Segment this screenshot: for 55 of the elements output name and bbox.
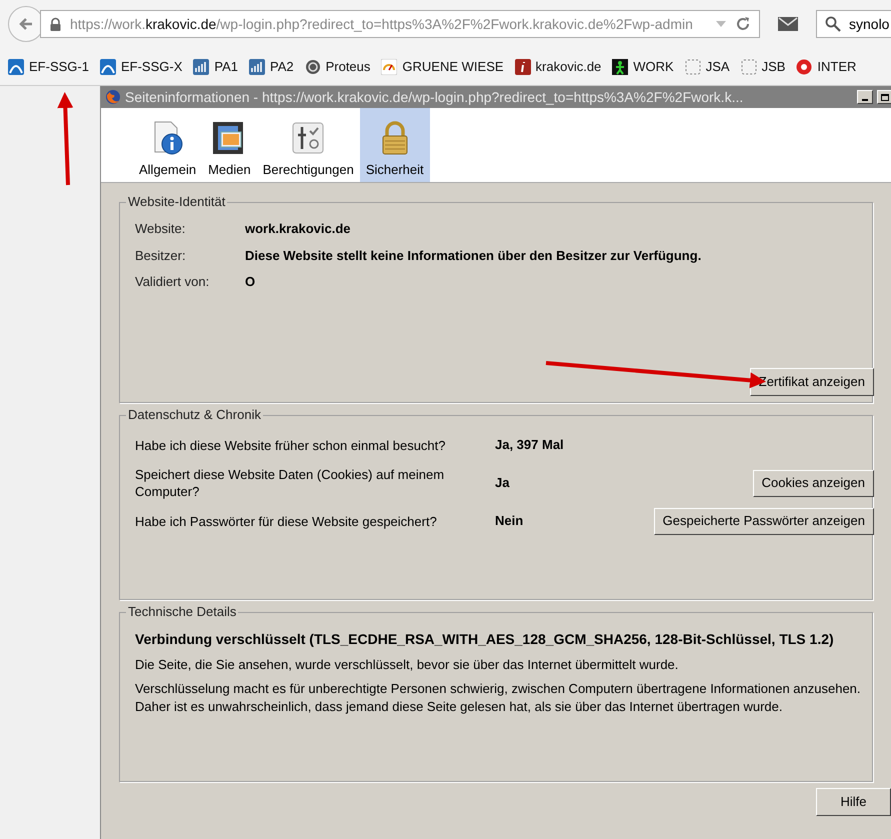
bookmark[interactable]: INTER <box>796 56 856 76</box>
padlock-icon <box>49 17 62 31</box>
certificate-button[interactable]: Zertifikat anzeigen <box>750 368 874 396</box>
chart-icon <box>248 58 265 74</box>
field-value: work.krakovic.de <box>245 220 352 238</box>
maximize-button[interactable] <box>877 90 891 104</box>
bookmark[interactable]: GRUENE WIESE <box>381 56 504 76</box>
url-text: https://work.krakovic.de/wp-login.php?redirect_to=https%3A%2F%2Fwork.krakovic.de%2Fwp-admin <box>70 14 694 34</box>
search-field[interactable]: synolo <box>816 10 891 38</box>
question-text: Habe ich Passwörter für diese Website gespeichert? <box>135 512 438 530</box>
description-text: Die Seite, die Sie ansehen, wurde verschlüsselt, bevor sie über das Internet übermittelt wurde. <box>135 656 680 674</box>
answer-text: Ja, 397 Mal <box>495 436 564 454</box>
field-label: Website: <box>135 220 186 238</box>
mail-icon[interactable] <box>778 17 798 31</box>
reload-icon <box>735 16 751 32</box>
bookmark[interactable]: JSA <box>684 56 730 76</box>
bookmark[interactable]: EF-SSG-1 <box>8 56 89 76</box>
figure-icon <box>612 58 628 74</box>
arc-icon <box>100 58 116 74</box>
bookmark[interactable]: PA1 <box>193 56 238 76</box>
description-text: Verschlüsselung macht es für unberechtigte Personen schwierig, zwischen Computern übertragene Informationen anzusehen. Daher ist es unwahrscheinlich, dass jemand diese Seite gelesen hat, als sie über das Internet übertragen wurde. <box>135 680 862 716</box>
arc-icon <box>8 58 24 74</box>
answer-text: Ja <box>495 474 510 492</box>
bookmark[interactable]: WORK <box>612 56 674 76</box>
sliders-icon <box>290 120 326 156</box>
question-text: Habe ich diese Website früher schon einmal besucht? <box>135 436 446 454</box>
badge-icon <box>796 58 812 74</box>
field-value: Diese Website stellt keine Informationen über den Besitzer zur Verfügung. <box>245 246 702 265</box>
tab[interactable]: Allgemein <box>133 108 202 182</box>
bookmark[interactable]: Proteus <box>304 56 370 76</box>
connection-headline: Verbindung verschlüsselt (TLS_ECDHE_RSA_WITH_AES_128_GCM_SHA256, 128-Bit-Schlüssel, TLS 1.2) <box>135 630 835 649</box>
help-button[interactable]: Hilfe <box>816 788 891 816</box>
answer-text: Nein <box>495 512 524 530</box>
field-value: O <box>245 273 256 291</box>
tab[interactable]: Medien <box>202 108 257 182</box>
show-button[interactable]: Gespeicherte Passwörter anzeigen <box>654 508 874 534</box>
bookmark[interactable]: PA2 <box>248 56 294 76</box>
bookmark[interactable]: JSB <box>740 56 786 76</box>
back-arrow-icon <box>18 16 34 32</box>
minimize-button[interactable] <box>857 90 873 104</box>
bookmark[interactable]: EF-SSG-X <box>100 56 182 76</box>
field-label: Validiert von: <box>135 273 210 291</box>
bookmark[interactable]: krakovic.de <box>514 56 602 76</box>
tab[interactable]: Sicherheit <box>360 108 430 182</box>
chart-icon <box>193 58 210 74</box>
search-icon <box>825 16 841 32</box>
field-label: Besitzer: <box>135 246 187 264</box>
question-text: Speichert diese Website Daten (Cookies) auf meinem Computer? <box>135 466 446 500</box>
fox-icon <box>105 89 121 105</box>
tab[interactable]: Berechtigungen <box>256 108 360 182</box>
gauge-icon <box>381 58 398 74</box>
address-bar[interactable]: https://work.krakovic.de/wp-login.php?redirect_to=https%3A%2F%2Fwork.krakovic.de%2Fwp-admin <box>40 10 760 38</box>
info-icon <box>514 58 531 74</box>
show-button[interactable]: Cookies anzeigen <box>752 470 874 496</box>
window-title: Seiteninformationen - https://work.krakovic.de/wp-login.php?redirect_to=https%3A%2F%2Fwork.k... <box>125 88 744 107</box>
